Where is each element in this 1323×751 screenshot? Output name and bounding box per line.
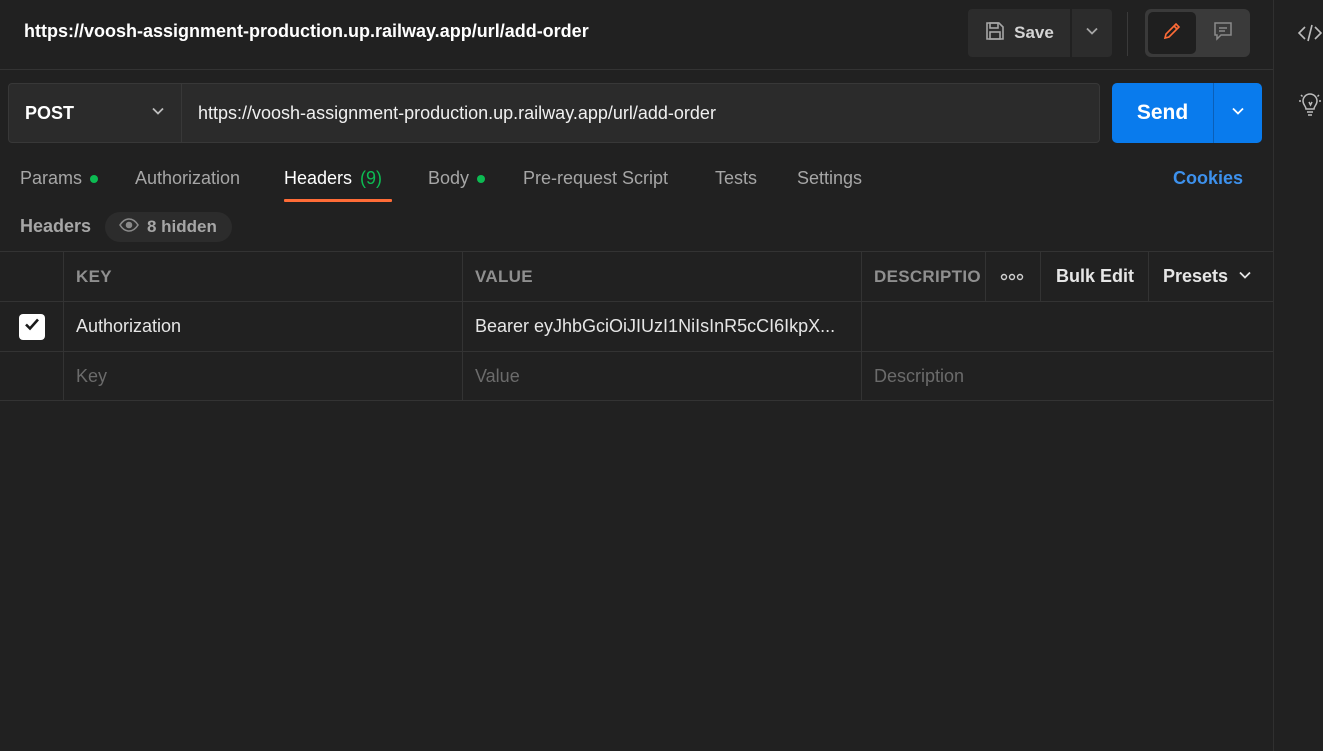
new-key-input[interactable]: Key [64,352,463,401]
method-select[interactable]: POST [8,83,182,143]
active-tab-indicator [284,199,392,202]
chevron-down-icon [151,104,165,123]
column-value: VALUE [463,252,862,301]
request-header: https://voosh-assignment-production.up.r… [0,0,1273,70]
url-input[interactable]: https://voosh-assignment-production.up.r… [181,83,1100,143]
tab-label: Headers [284,168,353,188]
table-header-row: KEY VALUE DESCRIPTIO Bulk Edit Presets [0,251,1273,301]
header-key[interactable]: Authorization [64,302,463,351]
headers-section-label: Headers [20,216,92,236]
tab-authorization[interactable]: Authorization [135,168,240,189]
header-value[interactable]: Bearer eyJhbGciOiJIUzI1NiIsInR5cCI6IkpX.… [463,302,862,351]
row-select-cell [0,302,64,351]
row-checkbox[interactable] [18,313,45,340]
tab-body[interactable]: Body [428,168,486,189]
comment-icon [1212,20,1234,47]
save-button[interactable]: Save [968,9,1070,57]
eye-icon [119,217,139,237]
header-description[interactable] [862,302,1273,351]
hidden-headers-toggle[interactable]: 8 hidden [105,212,232,242]
tab-label: Authorization [135,168,241,188]
comments-mode-button[interactable] [1200,12,1248,54]
request-title[interactable]: https://voosh-assignment-production.up.r… [24,21,589,42]
tab-count: (9) [360,168,383,188]
lightbulb-icon[interactable] [1296,91,1323,119]
send-group: Send [1112,83,1262,143]
tab-pre-request-script[interactable]: Pre-request Script [523,168,668,189]
save-options-button[interactable] [1072,9,1112,57]
new-description-input[interactable]: Description [862,352,1273,401]
headers-table: KEY VALUE DESCRIPTIO Bulk Edit Presets A… [0,251,1273,401]
tab-label: Params [20,168,83,188]
table-row-new: Key Value Description [0,351,1273,401]
right-sidebar [1273,0,1323,751]
save-group: Save [968,9,1112,57]
status-dot [90,174,99,183]
table-row: Authorization Bearer eyJhbGciOiJIUzI1NiI… [0,301,1273,351]
tab-headers[interactable]: Headers (9) [284,168,382,189]
column-divider [1040,252,1041,301]
chevron-down-icon [1085,24,1099,43]
presets-dropdown[interactable]: Presets [1163,252,1252,301]
code-icon[interactable] [1296,19,1323,47]
cookies-link[interactable]: Cookies [1173,168,1243,189]
column-description: DESCRIPTIO [874,266,981,286]
new-value-input[interactable]: Value [463,352,862,401]
tab-label: Tests [715,168,758,188]
send-button[interactable]: Send [1112,83,1213,143]
tab-label: Body [428,168,470,188]
edit-mode-button[interactable] [1148,12,1196,54]
pencil-icon [1161,20,1183,47]
hidden-count: 8 hidden [147,217,217,236]
status-dot [477,174,486,183]
request-panel: https://voosh-assignment-production.up.r… [0,0,1273,751]
checkmark-icon [23,315,41,338]
tab-label: Pre-request Script [523,168,669,188]
toolbar-divider [1127,12,1128,56]
header-cell-select [0,252,64,301]
tab-tests[interactable]: Tests [715,168,757,189]
save-label: Save [1014,23,1054,42]
more-icon [1000,268,1024,286]
more-options-button[interactable] [986,252,1038,301]
row-select-cell [0,352,64,401]
chevron-down-icon [1231,104,1245,123]
mode-toggle [1145,9,1250,57]
column-divider [1148,252,1149,301]
column-key: KEY [64,252,463,301]
tab-params[interactable]: Params [20,168,99,189]
send-options-button[interactable] [1213,83,1262,143]
bulk-edit-button[interactable]: Bulk Edit [1056,252,1134,301]
save-icon [984,20,1006,47]
presets-label: Presets [1163,266,1229,286]
method-value: POST [25,102,75,123]
tab-settings[interactable]: Settings [797,168,862,189]
chevron-down-icon [1238,266,1252,287]
tab-label: Settings [797,168,863,188]
